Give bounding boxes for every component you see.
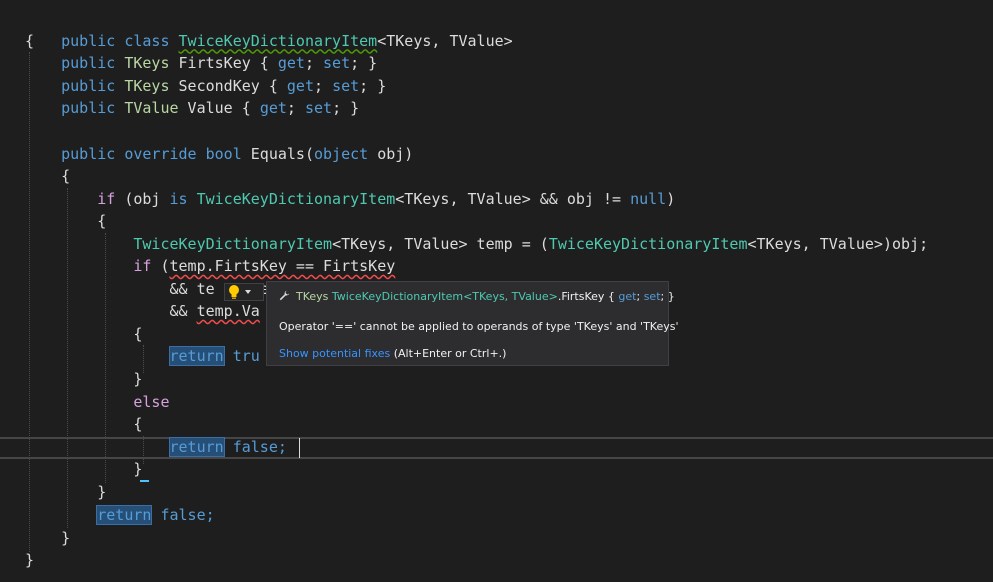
code-line-18: else [133, 393, 170, 411]
code-line-2: { [25, 32, 35, 50]
code-editor[interactable]: public class TwiceKeyDictionaryItem<TKey… [0, 0, 993, 582]
code-line-3: public TKeys FirtsKey { get; set; } [61, 54, 378, 72]
chevron-down-icon [245, 290, 251, 294]
code-line-11: TwiceKeyDictionaryItem<TKeys, TValue> te… [133, 235, 929, 253]
code-line-21: } [133, 460, 143, 478]
code-line-16: return tru [168, 346, 260, 366]
code-line-8: { [61, 167, 71, 185]
error-tooltip: TKeys TwiceKeyDictionaryItem<TKeys, TVal… [266, 281, 679, 366]
text-caret [299, 438, 300, 458]
code-line-10: { [97, 212, 107, 230]
code-line-4: public TKeys SecondKey { get; set; } [61, 77, 387, 95]
code-line-12: if (temp.FirtsKey == FirtsKey [133, 257, 396, 275]
code-line-9: if (obj is TwiceKeyDictionaryItem<TKeys,… [97, 190, 676, 208]
tooltip-signature: TKeys TwiceKeyDictionaryItem<TKeys, TVal… [279, 290, 675, 303]
code-line-15: { [133, 325, 143, 343]
code-line-7: public override bool Equals(object obj) [61, 145, 414, 163]
code-line-1: public class TwiceKeyDictionaryItem<TKey… [61, 31, 513, 50]
tooltip-error-message: Operator '==' cannot be applied to opera… [279, 320, 679, 333]
code-line-20: return false; [168, 437, 287, 457]
code-line-23: return false; [96, 505, 215, 525]
tooltip-fix-row: Show potential fixes (Alt+Enter or Ctrl+… [279, 347, 506, 360]
code-line-22: } [97, 483, 107, 501]
fix-shortcut-hint: (Alt+Enter or Ctrl+.) [390, 347, 507, 360]
wrench-icon [279, 290, 290, 301]
code-line-24: } [61, 529, 71, 547]
lightbulb-icon [229, 285, 239, 299]
code-line-14: && temp.Va [169, 302, 260, 320]
code-line-25: } [25, 551, 35, 569]
code-line-17: } [133, 370, 143, 388]
code-line-19: { [133, 415, 143, 433]
code-line-5: public TValue Value { get; set; } [61, 99, 360, 117]
quick-actions-button[interactable] [224, 283, 264, 301]
show-potential-fixes-link[interactable]: Show potential fixes [279, 347, 390, 360]
brace-match-marker [140, 480, 149, 482]
